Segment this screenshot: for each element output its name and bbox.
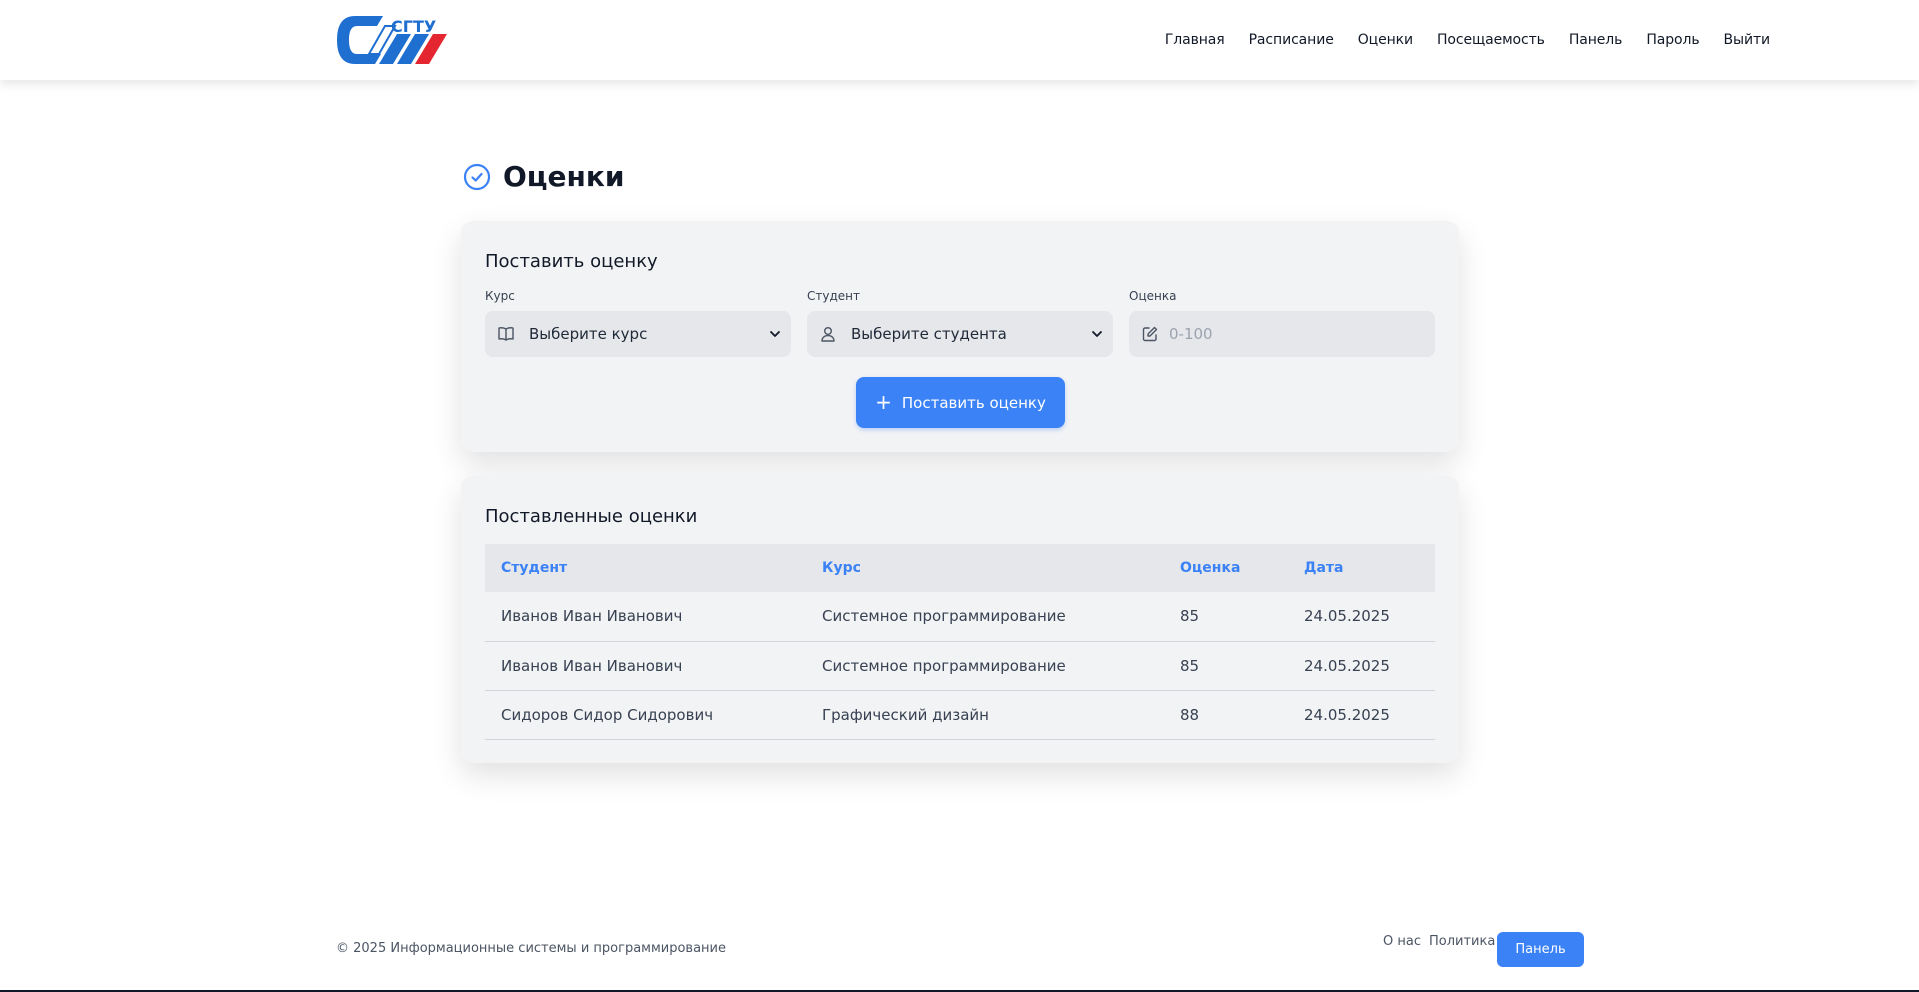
footer-link-about[interactable]: О нас bbox=[1383, 934, 1421, 949]
student-label: Студент bbox=[807, 289, 860, 303]
submit-grade-button[interactable]: + Поставить оценку bbox=[856, 377, 1065, 428]
nav-attendance[interactable]: Посещаемость bbox=[1437, 32, 1545, 48]
footer-links: О нас Политика bbox=[1383, 934, 1495, 949]
footer-link-policy[interactable]: Политика bbox=[1429, 934, 1495, 949]
cell-date: 24.05.2025 bbox=[1288, 690, 1435, 740]
page-title-row: Оценки bbox=[463, 160, 625, 193]
grade-input[interactable]: 0-100 bbox=[1129, 311, 1435, 357]
course-label: Курс bbox=[485, 289, 515, 303]
footer-panel-button[interactable]: Панель bbox=[1497, 932, 1584, 967]
grades-list-title: Поставленные оценки bbox=[485, 506, 698, 527]
main-nav: Главная Расписание Оценки Посещаемость П… bbox=[1165, 0, 1770, 80]
cell-grade: 85 bbox=[1164, 641, 1288, 691]
nav-panel[interactable]: Панель bbox=[1569, 32, 1623, 48]
check-circle-icon bbox=[463, 163, 491, 190]
footer-copyright: © 2025 Информационные системы и программ… bbox=[336, 941, 727, 956]
grade-label: Оценка bbox=[1129, 289, 1177, 303]
add-grade-card: Поставить оценку Курс Выберите курс Студ… bbox=[461, 221, 1459, 452]
cell-grade: 88 bbox=[1164, 690, 1288, 740]
table-row: Сидоров Сидор Сидорович Графический диза… bbox=[485, 690, 1435, 740]
nav-password[interactable]: Пароль bbox=[1646, 32, 1699, 48]
course-select-value: Выберите курс bbox=[529, 325, 648, 343]
student-select[interactable]: Выберите студента bbox=[807, 311, 1113, 357]
user-icon bbox=[821, 327, 835, 342]
cell-course: Системное программирование bbox=[806, 592, 1164, 642]
chevron-down-icon bbox=[770, 331, 780, 337]
cell-date: 24.05.2025 bbox=[1288, 641, 1435, 691]
student-select-value: Выберите студента bbox=[851, 325, 1007, 343]
nav-schedule[interactable]: Расписание bbox=[1249, 32, 1334, 48]
column-header-student[interactable]: Студент bbox=[485, 544, 806, 592]
cell-student: Иванов Иван Иванович bbox=[485, 641, 806, 691]
grades-table: Студент Курс Оценка Дата Иванов Иван Ива… bbox=[485, 544, 1435, 740]
top-header: СГТУ Главная Расписание Оценки Посещаемо… bbox=[0, 0, 1919, 80]
nav-grades[interactable]: Оценки bbox=[1358, 32, 1413, 48]
edit-icon bbox=[1142, 326, 1158, 342]
grade-input-placeholder: 0-100 bbox=[1169, 325, 1213, 343]
table-row: Иванов Иван Иванович Системное программи… bbox=[485, 641, 1435, 691]
nav-logout[interactable]: Выйти bbox=[1723, 32, 1770, 48]
page-title: Оценки bbox=[503, 160, 625, 193]
table-row: Иванов Иван Иванович Системное программи… bbox=[485, 592, 1435, 642]
submit-grade-label: Поставить оценку bbox=[901, 393, 1046, 412]
grades-list-card: Поставленные оценки Студент Курс Оценка … bbox=[461, 476, 1459, 763]
course-select[interactable]: Выберите курс bbox=[485, 311, 791, 357]
plus-icon: + bbox=[875, 389, 892, 414]
cell-grade: 85 bbox=[1164, 592, 1288, 642]
cell-course: Системное программирование bbox=[806, 641, 1164, 691]
nav-home[interactable]: Главная bbox=[1165, 32, 1225, 48]
table-header-row: Студент Курс Оценка Дата bbox=[485, 544, 1435, 592]
book-icon bbox=[498, 327, 514, 341]
cell-student: Сидоров Сидор Сидорович bbox=[485, 690, 806, 740]
column-header-date[interactable]: Дата bbox=[1288, 544, 1435, 592]
logo-text: СГТУ bbox=[391, 17, 436, 36]
course-field: Курс Выберите курс bbox=[485, 289, 791, 357]
cell-date: 24.05.2025 bbox=[1288, 592, 1435, 642]
column-header-course[interactable]: Курс bbox=[806, 544, 1164, 592]
add-grade-fields: Курс Выберите курс Студент Выберите студ… bbox=[485, 289, 1435, 357]
student-field: Студент Выберите студента bbox=[807, 289, 1113, 357]
add-grade-title: Поставить оценку bbox=[485, 251, 658, 272]
grade-field: Оценка 0-100 bbox=[1129, 289, 1435, 357]
cell-course: Графический дизайн bbox=[806, 690, 1164, 740]
chevron-down-icon bbox=[1092, 331, 1102, 337]
university-logo[interactable]: СГТУ bbox=[335, 14, 479, 66]
column-header-grade[interactable]: Оценка bbox=[1164, 544, 1288, 592]
cell-student: Иванов Иван Иванович bbox=[485, 592, 806, 642]
